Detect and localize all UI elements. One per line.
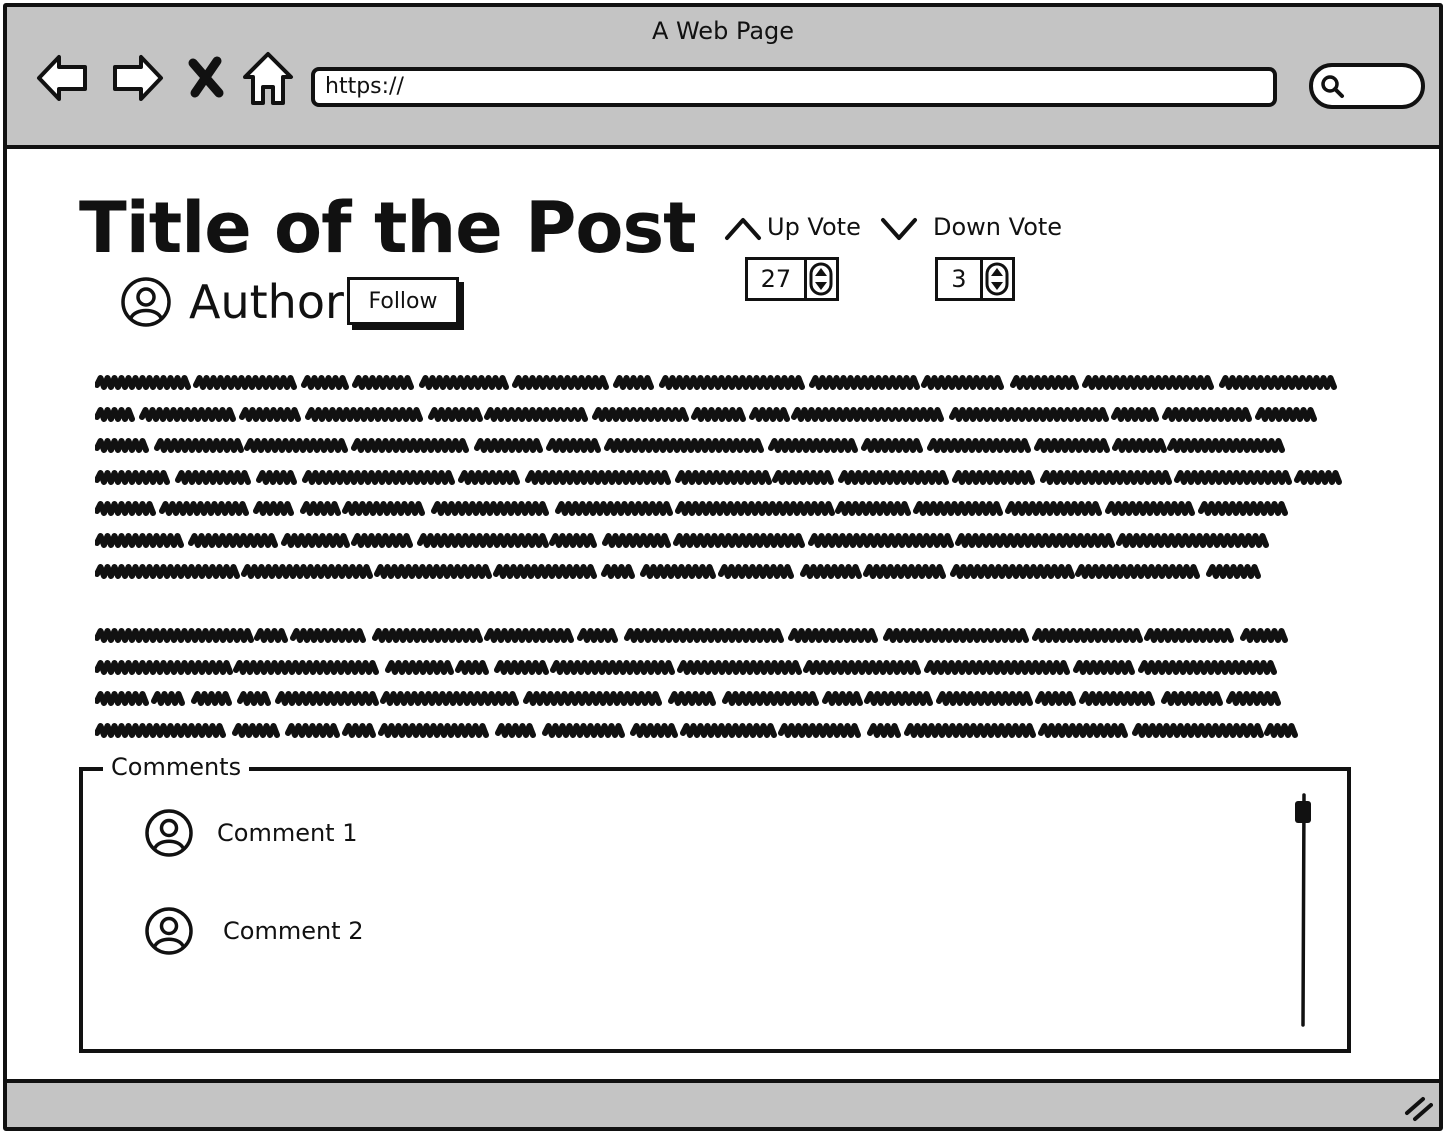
scrollbar-thumb[interactable] bbox=[1295, 801, 1311, 823]
down-vote-count[interactable]: 3 bbox=[938, 260, 983, 298]
text-placeholder-line bbox=[95, 469, 1342, 485]
home-icon[interactable] bbox=[239, 49, 297, 107]
status-bar bbox=[7, 1079, 1439, 1127]
url-input[interactable]: https:// bbox=[311, 67, 1277, 107]
user-avatar-icon bbox=[145, 907, 193, 955]
up-vote-count[interactable]: 27 bbox=[748, 260, 807, 298]
down-vote-stepper[interactable]: 3 bbox=[935, 257, 1015, 301]
up-vote-label: Up Vote bbox=[767, 213, 861, 241]
down-vote-group: Down Vote 3 bbox=[879, 207, 1063, 301]
search-icon bbox=[1321, 75, 1344, 98]
text-placeholder-line bbox=[95, 375, 1337, 390]
browser-window: A Web Page https:// Title of the Post Au… bbox=[3, 3, 1443, 1131]
comment-text: Comment 2 bbox=[223, 917, 364, 945]
text-placeholder-line bbox=[95, 659, 1277, 675]
text-placeholder-line bbox=[95, 406, 1317, 422]
chevron-up-icon[interactable] bbox=[723, 212, 763, 242]
search-field[interactable] bbox=[1309, 63, 1425, 109]
forward-arrow-icon[interactable] bbox=[109, 49, 167, 107]
comment-item[interactable]: Comment 2 bbox=[143, 905, 363, 957]
post-title: Title of the Post bbox=[79, 187, 697, 269]
comment-item[interactable]: Comment 1 bbox=[143, 807, 357, 859]
up-vote-stepper[interactable]: 27 bbox=[745, 257, 839, 301]
user-avatar-icon[interactable] bbox=[119, 275, 173, 329]
chevron-down-icon[interactable] bbox=[879, 212, 919, 242]
post-body-paragraph-2 bbox=[95, 620, 1357, 746]
comments-scrollbar[interactable] bbox=[1293, 793, 1315, 1029]
post-body-paragraph-1 bbox=[95, 367, 1357, 588]
user-avatar-icon bbox=[145, 809, 193, 857]
text-placeholder-line bbox=[95, 532, 1269, 548]
author-name[interactable]: Author bbox=[189, 275, 344, 329]
back-arrow-icon[interactable] bbox=[33, 49, 91, 107]
text-placeholder-line bbox=[95, 501, 1288, 516]
comments-legend: Comments bbox=[103, 753, 250, 781]
close-x-icon[interactable] bbox=[183, 49, 229, 107]
text-placeholder-line bbox=[95, 691, 1281, 706]
text-placeholder-line bbox=[95, 564, 1261, 579]
up-vote-group: Up Vote 27 bbox=[723, 207, 861, 301]
down-vote-label: Down Vote bbox=[933, 213, 1063, 241]
stepper-arrows-icon[interactable] bbox=[809, 262, 833, 296]
text-placeholder-line bbox=[95, 628, 1288, 643]
comment-text: Comment 1 bbox=[217, 819, 358, 847]
text-placeholder-line bbox=[95, 722, 1298, 738]
resize-grip-icon[interactable] bbox=[1401, 1091, 1433, 1123]
stepper-arrows-icon[interactable] bbox=[985, 262, 1009, 296]
browser-toolbar: A Web Page https:// bbox=[7, 7, 1439, 149]
window-title: A Web Page bbox=[651, 17, 795, 45]
text-placeholder-line bbox=[95, 438, 1285, 453]
follow-button[interactable]: Follow bbox=[347, 277, 459, 325]
